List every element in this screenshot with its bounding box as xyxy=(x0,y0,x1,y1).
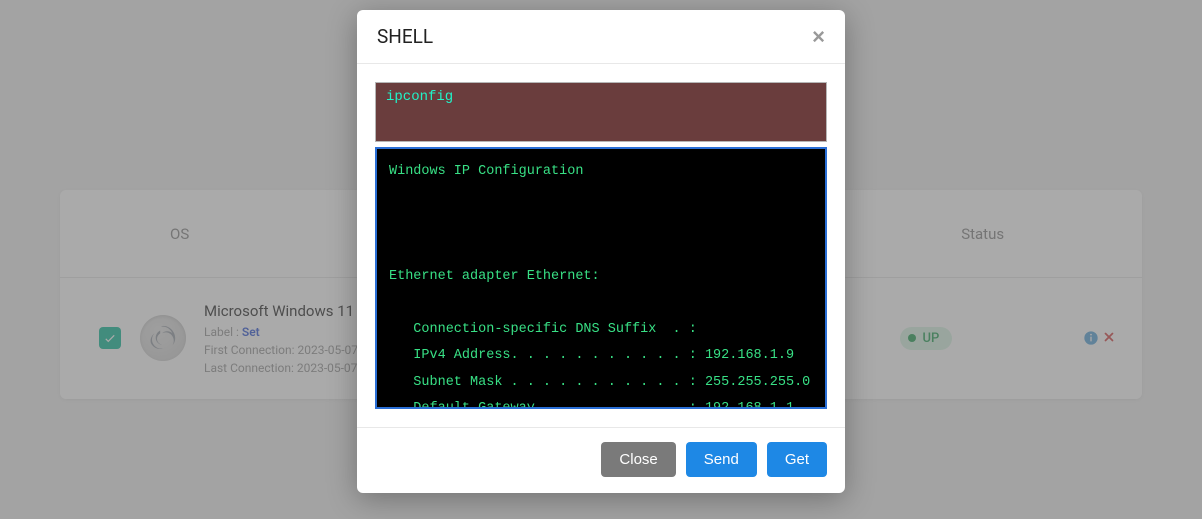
close-icon[interactable]: × xyxy=(812,26,825,48)
modal-title: SHELL xyxy=(377,25,433,48)
modal-body: Windows IP Configuration Ethernet adapte… xyxy=(357,64,845,417)
send-button[interactable]: Send xyxy=(686,442,757,477)
shell-command-input[interactable] xyxy=(375,82,827,142)
close-button[interactable]: Close xyxy=(601,442,675,477)
shell-output[interactable]: Windows IP Configuration Ethernet adapte… xyxy=(375,147,827,409)
shell-modal: SHELL × Windows IP Configuration Etherne… xyxy=(357,10,845,493)
modal-footer: Close Send Get xyxy=(357,427,845,493)
modal-header: SHELL × xyxy=(357,10,845,64)
get-button[interactable]: Get xyxy=(767,442,827,477)
